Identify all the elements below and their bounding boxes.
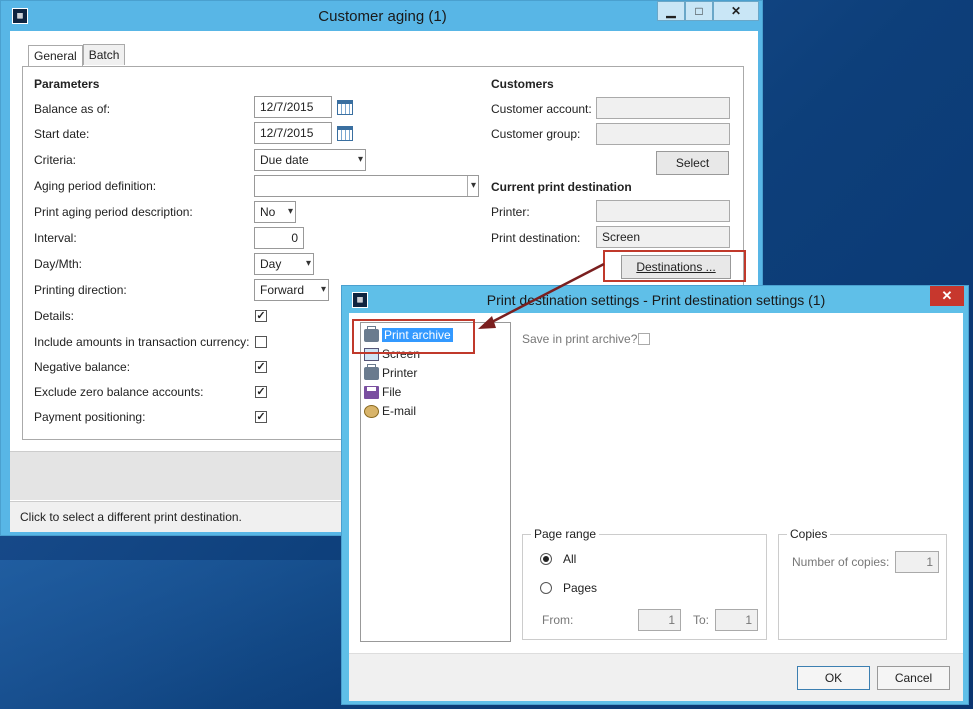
save-in-print-archive-checkbox[interactable] — [638, 333, 650, 345]
chevron-down-icon: ▾ — [466, 176, 476, 196]
print-destination-settings-window: ▦ Print destination settings - Print des… — [341, 285, 969, 705]
day-mth-label: Day/Mth: — [34, 257, 83, 271]
print-aging-period-description-value: No — [260, 205, 276, 219]
pages-label: Pages — [563, 581, 598, 595]
aging-period-definition-label: Aging period definition: — [34, 179, 157, 193]
day-mth-value: Day — [260, 257, 282, 271]
include-amounts-checkbox[interactable] — [255, 336, 267, 348]
payment-positioning-checkbox[interactable]: ✓ — [255, 411, 267, 423]
email-icon — [364, 404, 379, 418]
destination-tree: Print archive Screen Printer File E-mail — [360, 322, 511, 642]
exclude-zero-label: Exclude zero balance accounts: — [34, 385, 204, 399]
destination-label: Printer — [382, 366, 418, 380]
criteria-dropdown[interactable]: Due date ▾ — [254, 149, 366, 171]
from-label: From: — [542, 613, 574, 627]
window-title: Customer aging (1) — [318, 8, 447, 25]
tab-strip: General Batch — [28, 44, 126, 66]
print-destination-label: Print destination: — [491, 231, 581, 245]
status-text: Click to select a different print destin… — [20, 510, 242, 524]
window-client: Print archive Screen Printer File E-mail… — [349, 313, 963, 701]
number-of-copies-field[interactable]: 1 — [895, 551, 939, 573]
dialog-button-area: OK Cancel — [349, 653, 963, 701]
exclude-zero-checkbox[interactable]: ✓ — [255, 386, 267, 398]
print-aging-period-description-dropdown[interactable]: No ▾ — [254, 201, 296, 223]
page-range-title: Page range — [531, 527, 600, 541]
close-button[interactable]: ✕ — [713, 1, 759, 21]
start-date-field[interactable]: 12/7/2015 — [254, 122, 332, 144]
save-in-print-archive-label: Save in print archive? — [522, 332, 638, 346]
to-label: To: — [693, 613, 710, 627]
print-archive-highlight — [352, 319, 475, 354]
cancel-button[interactable]: Cancel — [877, 666, 950, 690]
file-icon — [364, 385, 379, 399]
to-field[interactable]: 1 — [715, 609, 758, 631]
printing-direction-value: Forward — [260, 283, 305, 297]
printer-label: Printer: — [491, 205, 530, 219]
destination-file[interactable]: File — [364, 385, 401, 399]
calendar-icon[interactable] — [337, 100, 353, 115]
minimize-button[interactable]: ▁ — [657, 1, 685, 21]
destination-label: E-mail — [382, 404, 417, 418]
interval-field[interactable]: 0 — [254, 227, 304, 249]
include-amounts-label: Include amounts in transaction currency: — [34, 335, 250, 349]
from-field[interactable]: 1 — [638, 609, 681, 631]
number-of-copies-label: Number of copies: — [792, 555, 890, 569]
customer-account-field[interactable] — [596, 97, 730, 119]
balance-as-of-label: Balance as of: — [34, 102, 111, 116]
start-date-label: Start date: — [34, 127, 90, 141]
destination-label: File — [382, 385, 402, 399]
chevron-down-icon: ▾ — [287, 206, 293, 217]
destination-email[interactable]: E-mail — [364, 404, 416, 418]
page-range-group: Page range All Pages From: 1 To: 1 — [522, 527, 767, 640]
current-print-destination-heading: Current print destination — [491, 180, 632, 194]
title-bar[interactable]: ▦ Customer aging (1) ▁ □ ✕ — [1, 1, 762, 31]
customers-heading: Customers — [491, 77, 554, 91]
close-button[interactable]: ✕ — [930, 286, 964, 306]
ok-button[interactable]: OK — [797, 666, 870, 690]
select-button[interactable]: Select — [656, 151, 729, 175]
negative-balance-label: Negative balance: — [34, 360, 131, 374]
printing-direction-label: Printing direction: — [34, 283, 127, 297]
print-aging-period-description-label: Print aging period description: — [34, 205, 193, 219]
all-label: All — [563, 552, 577, 566]
chevron-down-icon: ▾ — [320, 284, 326, 295]
day-mth-dropdown[interactable]: Day ▾ — [254, 253, 314, 275]
printer-field[interactable] — [596, 200, 730, 222]
details-label: Details: — [34, 309, 75, 323]
criteria-label: Criteria: — [34, 153, 77, 167]
destination-printer[interactable]: Printer — [364, 363, 418, 380]
printer-icon — [364, 363, 379, 380]
pages-radio[interactable] — [540, 582, 552, 594]
interval-label: Interval: — [34, 231, 77, 245]
aging-period-definition-dropdown[interactable]: ▾ — [254, 175, 479, 197]
parameters-heading: Parameters — [34, 77, 100, 91]
destinations-highlight — [603, 250, 746, 282]
criteria-value: Due date — [260, 153, 309, 167]
calendar-icon[interactable] — [337, 126, 353, 141]
print-destination-field[interactable]: Screen — [596, 226, 730, 248]
desktop-background — [0, 560, 360, 709]
customer-group-label: Customer group: — [491, 127, 581, 141]
chevron-down-icon: ▾ — [305, 258, 311, 269]
copies-group: Copies Number of copies: 1 — [778, 527, 947, 640]
maximize-button[interactable]: □ — [685, 1, 713, 21]
printing-direction-dropdown[interactable]: Forward ▾ — [254, 279, 329, 301]
window-title: Print destination settings - Print desti… — [486, 292, 826, 308]
tab-general[interactable]: General — [28, 45, 83, 66]
customer-group-field[interactable] — [596, 123, 730, 145]
all-radio[interactable] — [540, 553, 552, 565]
payment-positioning-label: Payment positioning: — [34, 410, 146, 424]
chevron-down-icon: ▾ — [357, 154, 363, 165]
customer-account-label: Customer account: — [491, 102, 592, 116]
copies-title: Copies — [787, 527, 831, 541]
details-checkbox[interactable]: ✓ — [255, 310, 267, 322]
balance-as-of-field[interactable]: 12/7/2015 — [254, 96, 332, 118]
tab-batch[interactable]: Batch — [82, 44, 126, 65]
negative-balance-checkbox[interactable]: ✓ — [255, 361, 267, 373]
